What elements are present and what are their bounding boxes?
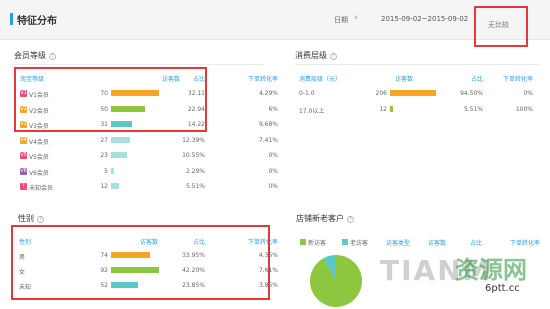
- new-old-title-text: 店铺新老客户: [296, 214, 344, 223]
- visitor-bar: [111, 167, 114, 174]
- row-visitors: 12: [379, 105, 387, 113]
- row-share: 5.51%: [463, 105, 483, 113]
- visitor-bar: [111, 183, 119, 189]
- watermark-url: 6ptt.cc: [485, 283, 520, 294]
- row-conversion: 0%: [268, 152, 278, 159]
- row-visitors: 206: [375, 90, 387, 97]
- divider: [14, 64, 264, 65]
- visitor-type-pie-chart: [310, 255, 362, 307]
- divider: [295, 64, 540, 65]
- row-share: 5.51%: [185, 183, 205, 190]
- member-level-title-text: 会员等级: [14, 51, 46, 60]
- row-conversion: 9.68%: [258, 121, 278, 128]
- row-conversion: 0%: [523, 90, 533, 97]
- legend-swatch: [300, 239, 306, 245]
- row-share: 12.39%: [182, 136, 205, 144]
- highlight-box-member: [14, 67, 207, 132]
- feature-distribution-header: 特征分布 日期 ∨ 2015-09-02~2015-09-02: [0, 0, 550, 40]
- visitor-bar: [111, 152, 127, 158]
- row-share: 2.29%: [185, 167, 205, 175]
- row-conversion: 100%: [515, 105, 533, 113]
- row-share: 94.50%: [460, 90, 483, 97]
- row-label: 未知会员: [29, 185, 54, 192]
- column-header[interactable]: 下单转化率: [493, 74, 533, 83]
- page-title: 特征分布: [17, 16, 57, 27]
- column-header[interactable]: 下单转化率: [238, 74, 278, 83]
- row-visitors: 27: [100, 136, 108, 144]
- compare-dropdown[interactable]: 无比较: [474, 6, 528, 47]
- row-label: 17.0以上: [299, 107, 325, 115]
- watermark-site: 资源网: [455, 256, 527, 284]
- row-conversion: 7.41%: [258, 136, 278, 144]
- column-header[interactable]: 占比: [470, 238, 482, 247]
- help-icon[interactable]: ?: [347, 216, 354, 223]
- row-share: 10.55%: [182, 152, 205, 159]
- row-visitors: 12: [100, 183, 108, 190]
- column-header[interactable]: 下单转化率: [510, 238, 540, 247]
- row-label: V5会员: [29, 154, 49, 161]
- gender-title-text: 性别: [18, 214, 34, 223]
- title-accent-bar: [10, 13, 13, 25]
- highlight-box-gender: [11, 225, 270, 300]
- legend-swatch: [342, 239, 348, 245]
- legend-label[interactable]: 老访客: [350, 238, 368, 247]
- date-dropdown-label[interactable]: 日期: [334, 15, 348, 25]
- row-label: V6会员: [29, 169, 49, 177]
- help-icon[interactable]: ?: [37, 216, 44, 223]
- row-conversion: 0%: [268, 167, 278, 175]
- consume-level-title-text: 消费层级: [295, 51, 327, 60]
- row-conversion: 0%: [268, 183, 278, 190]
- column-header[interactable]: 访客数: [428, 238, 446, 247]
- visitor-bar: [390, 90, 436, 96]
- row-label: 0-1.0: [299, 90, 315, 97]
- column-header[interactable]: 访客类型: [386, 238, 410, 247]
- chevron-down-icon[interactable]: ∨: [354, 14, 358, 21]
- gender-title: 性别?: [18, 213, 44, 224]
- consume-level-title: 消费层级?: [295, 50, 337, 61]
- row-conversion: 6%: [268, 105, 278, 113]
- date-range-text: 2015-09-02~2015-09-02: [381, 15, 469, 23]
- new-old-customer-title: 店铺新老客户?: [296, 213, 354, 224]
- row-conversion: 4.29%: [258, 90, 278, 97]
- member-badge-icon: V6: [20, 167, 27, 175]
- member-badge-icon: V5: [20, 152, 27, 159]
- help-icon[interactable]: ?: [49, 53, 56, 60]
- row-label: V4会员: [29, 138, 49, 146]
- legend-label[interactable]: 新访客: [308, 238, 326, 247]
- column-header[interactable]: 占比: [443, 74, 483, 83]
- help-icon[interactable]: ?: [330, 53, 337, 60]
- visitor-bar: [111, 136, 130, 143]
- compare-label: 无比较: [488, 21, 509, 29]
- member-badge-icon: ?: [20, 183, 27, 190]
- visitor-bar: [390, 105, 393, 112]
- column-header[interactable]: 访客数: [373, 74, 413, 83]
- row-visitors: 23: [100, 152, 108, 159]
- column-header[interactable]: 消费层级（元）: [299, 74, 341, 83]
- row-visitors: 5: [104, 167, 108, 175]
- member-badge-icon: V4: [20, 136, 27, 144]
- member-level-title: 会员等级?: [14, 50, 56, 61]
